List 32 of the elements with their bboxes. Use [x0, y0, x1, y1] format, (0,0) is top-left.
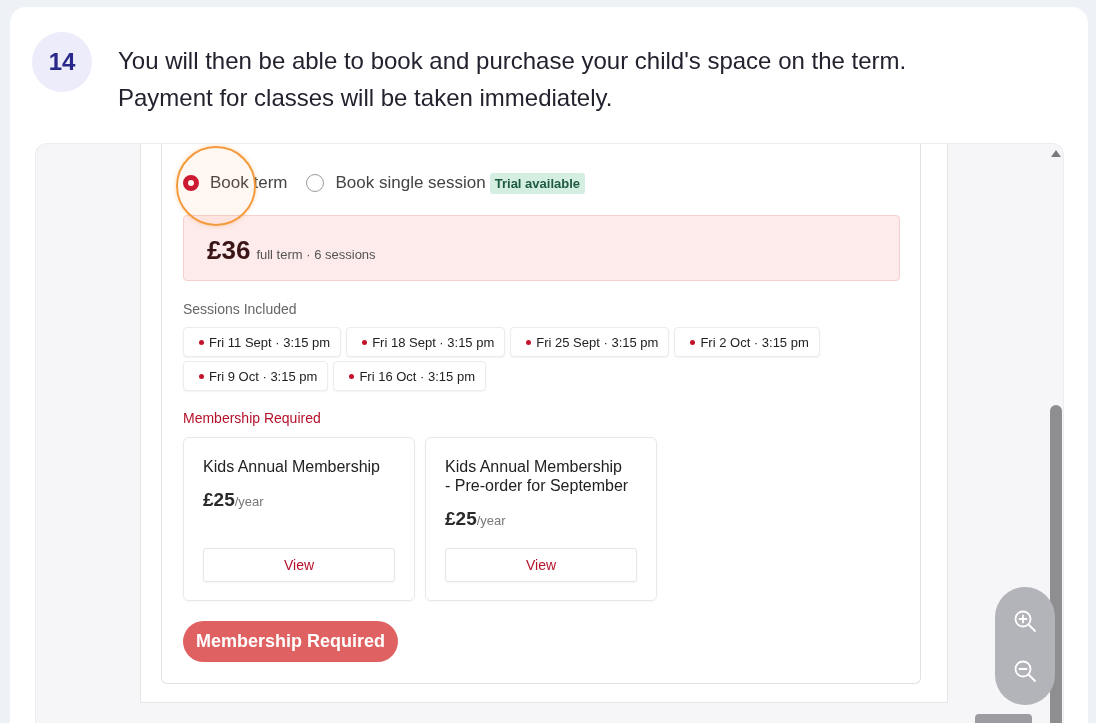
term-price: £36 — [207, 235, 251, 266]
trial-tag: Trial available — [489, 172, 586, 194]
membership-price: £25/year — [203, 488, 265, 512]
session-dot-icon — [526, 339, 532, 345]
radio-button[interactable] — [183, 175, 199, 191]
view-button[interactable]: View — [203, 548, 395, 582]
session-time: Fri 2 Oct · 3:15 pm — [700, 334, 809, 350]
membership-price: £25/year — [445, 507, 507, 531]
session-time: Fri 18 Sept · 3:15 pm — [372, 334, 495, 350]
step-instruction: You will then be able to book and purchase your child's space on the term. Payment for classes will be taken immediately. — [118, 46, 908, 113]
membership-heading: Membership Required — [183, 410, 322, 426]
sessions-heading: Sessions Included — [183, 300, 298, 318]
price-detail: full term · 6 sessions — [256, 247, 376, 262]
horizontal-scrollbar-thumb[interactable] — [975, 714, 1032, 723]
session-dot-icon — [690, 339, 696, 345]
zoom-out-icon[interactable] — [1014, 660, 1036, 682]
booking-option[interactable]: Book single session — [306, 173, 486, 193]
zoom-in-icon[interactable] — [1014, 610, 1036, 632]
session-time: Fri 9 Oct · 3:15 pm — [209, 368, 318, 384]
session-dot-icon — [349, 373, 355, 379]
session-dot-icon — [199, 373, 204, 379]
step-number: 14 — [32, 32, 92, 92]
scroll-up-arrow-icon[interactable] — [1051, 150, 1061, 157]
radio-button[interactable] — [306, 174, 325, 192]
view-button[interactable]: View — [445, 548, 637, 582]
session-time: Fri 16 Oct · 3:15 pm — [359, 368, 475, 384]
session-dot-icon — [362, 339, 368, 345]
session-time: Fri 11 Sept · 3:15 pm — [209, 334, 331, 350]
session-dot-icon — [199, 339, 204, 345]
membership-title: Kids Annual Membership - Pre-order for September — [445, 457, 630, 495]
session-time: Fri 25 Sept · 3:15 pm — [536, 334, 659, 350]
membership-title: Kids Annual Membership — [203, 457, 381, 476]
